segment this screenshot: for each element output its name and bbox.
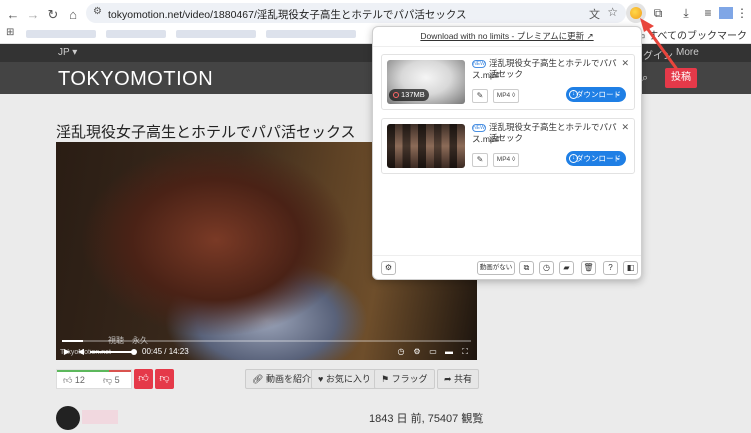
home-icon[interactable]: ⌂ [64, 6, 82, 24]
like-count: 👍︎ 12 [63, 375, 85, 385]
flag-button[interactable]: ⚑ フラッグ [374, 369, 435, 389]
new-badge: NEW [472, 60, 486, 68]
video-controls: ▶ ◀ 00:45 / 14:23 ◷ ⚙ ▭ ▬ ⛶ [56, 344, 477, 360]
video-thumbnail: 137MB [387, 60, 465, 104]
thumbs-down-icon: 👎︎ [103, 375, 113, 385]
bookmark-star-icon[interactable]: ☆ [607, 5, 618, 19]
extension-icon[interactable] [626, 3, 646, 23]
help-icon[interactable]: ? [603, 261, 618, 275]
file-name-ext: ス.mp4 [472, 70, 500, 80]
bookmark-item[interactable] [106, 30, 166, 38]
video-thumbnail [387, 124, 465, 168]
chevron-down-icon[interactable]: ⌄ [615, 151, 621, 166]
login-link[interactable]: グイン [643, 47, 673, 62]
url-text[interactable]: tokyomotion.net/video/1880467/淫乱現役女子高生とホ… [108, 7, 467, 22]
file-name-ext: ス.mp4 [472, 134, 500, 144]
post-button[interactable]: 投稿 [665, 68, 697, 88]
site-info-icon[interactable]: ⚙ [93, 6, 102, 17]
popup-header: Download with no limits - プレミアムに更新 ↗ [373, 27, 641, 47]
flag-icon: ⚑ [381, 374, 392, 384]
format-select[interactable]: MP4 ◊ [493, 153, 519, 167]
forward-icon[interactable]: → [24, 6, 42, 24]
theater-icon[interactable]: ▬ [444, 347, 454, 357]
download-arrow-icon: ↓ [569, 154, 578, 163]
chevron-down-icon[interactable]: ⌄ [615, 87, 621, 102]
favorite-button[interactable]: ♥ お気に入り [311, 369, 378, 389]
share-video-button[interactable]: 🔗︎ 動画を紹介 [245, 369, 318, 389]
download-item: 137MB NEW 淫乱現役女子高生とホテルでパパ活セック ス.mp4 ✕ ✎ … [381, 54, 635, 110]
video-progress-fill [62, 340, 84, 342]
language-select[interactable]: JP ▾ [58, 47, 77, 58]
volume-knob[interactable] [131, 349, 137, 355]
heart-icon: ♥ [318, 374, 326, 384]
history-icon[interactable]: ◷ [539, 261, 554, 275]
translate-icon[interactable]: 文 [589, 6, 600, 22]
uploader-name[interactable] [82, 410, 118, 424]
dislike-button[interactable]: 👎︎ [155, 369, 174, 389]
close-icon[interactable]: ✕ [621, 58, 629, 69]
download-item: NEW 淫乱現役女子高生とホテルでパパ活セック ス.mp4 ✕ ✎ MP4 ◊ … [381, 118, 635, 174]
share-icon: ➦ [444, 374, 455, 384]
sidebar-toggle-icon[interactable]: ◧ [623, 261, 638, 275]
like-bar [57, 370, 109, 372]
view-stats: 1843 日 前, 75407 観覧 [369, 413, 484, 425]
new-badge: NEW [472, 124, 486, 132]
more-link[interactable]: More [676, 47, 699, 58]
apps-icon[interactable]: ⊞ [6, 27, 14, 38]
edit-icon[interactable]: ✎ [472, 89, 488, 103]
edit-icon[interactable]: ✎ [472, 153, 488, 167]
search-icon[interactable]: ⌕ [642, 72, 648, 85]
speed-icon[interactable]: ◷ [396, 347, 406, 357]
trash-icon[interactable]: 🗑︎ [581, 261, 596, 275]
downloader-popup: Download with no limits - プレミアムに更新 ↗ 137… [372, 26, 642, 280]
dislike-count: 👎︎ 5 [103, 375, 120, 385]
profile-avatar[interactable] [718, 3, 734, 23]
vote-box: 👍︎ 12 👎︎ 5 [56, 369, 132, 389]
external-link-icon: ↗ [586, 31, 594, 41]
bookmark-item[interactable] [26, 30, 96, 38]
folder-icon[interactable]: ▰ [559, 261, 574, 275]
extensions-puzzle-icon[interactable]: ⧉ [648, 3, 668, 23]
close-icon[interactable]: ✕ [621, 122, 629, 133]
reload-icon[interactable]: ↻ [44, 6, 62, 24]
miniplayer-icon[interactable]: ▭ [428, 347, 438, 357]
format-select[interactable]: MP4 ◊ [493, 89, 519, 103]
popup-footer: ⚙ 動画がない ⧉ ◷ ▰ 🗑︎ ? ◧ [373, 255, 641, 279]
all-bookmarks[interactable]: ▭ すべてのブックマーク [636, 27, 747, 42]
download-button[interactable]: ↓ ダウンロード ⌄ [566, 87, 626, 102]
bookmark-item[interactable] [176, 30, 256, 38]
like-button[interactable]: 👍︎ [134, 369, 153, 389]
no-video-button[interactable]: 動画がない [477, 261, 515, 275]
menu-icon[interactable]: ⋮ [736, 3, 748, 23]
video-progress-bar[interactable] [62, 340, 471, 342]
share-button[interactable]: ➦ 共有 [437, 369, 480, 389]
file-name: 淫乱現役女子高生とホテルでパパ活セック [489, 58, 617, 79]
download-button[interactable]: ↓ ダウンロード ⌄ [566, 151, 626, 166]
thumbs-up-icon: 👍︎ [63, 375, 73, 385]
volume-slider[interactable] [90, 351, 134, 353]
download-icon[interactable]: ⤓ [676, 3, 696, 23]
download-arrow-icon: ↓ [569, 90, 578, 99]
volume-icon[interactable]: ◀ [76, 347, 86, 357]
bookmark-item[interactable] [266, 30, 356, 38]
file-name: 淫乱現役女子高生とホテルでパパ活セック [489, 122, 617, 143]
address-bar[interactable]: ⚙ tokyomotion.net/video/1880467/淫乱現役女子高生… [86, 3, 626, 23]
video-time: 00:45 / 14:23 [142, 347, 189, 356]
settings-icon[interactable]: ⚙ [381, 261, 396, 275]
site-logo[interactable]: TOKYOMOTION [58, 68, 213, 91]
media-icon[interactable]: ≡ [698, 3, 718, 23]
file-size-badge: 137MB [389, 89, 429, 101]
page-title: 淫乱現役女子高生とホテルでパパ活セックス [56, 124, 356, 141]
play-icon[interactable]: ▶ [62, 347, 72, 357]
premium-link[interactable]: Download with no limits - プレミアムに更新 ↗ [420, 31, 593, 41]
uploader-avatar[interactable] [56, 406, 80, 430]
back-icon[interactable]: ← [4, 6, 22, 24]
copy-icon[interactable]: ⧉ [519, 261, 534, 275]
settings-icon[interactable]: ⚙ [412, 347, 422, 357]
fullscreen-icon[interactable]: ⛶ [460, 347, 470, 357]
link-icon: 🔗︎ [252, 374, 266, 384]
